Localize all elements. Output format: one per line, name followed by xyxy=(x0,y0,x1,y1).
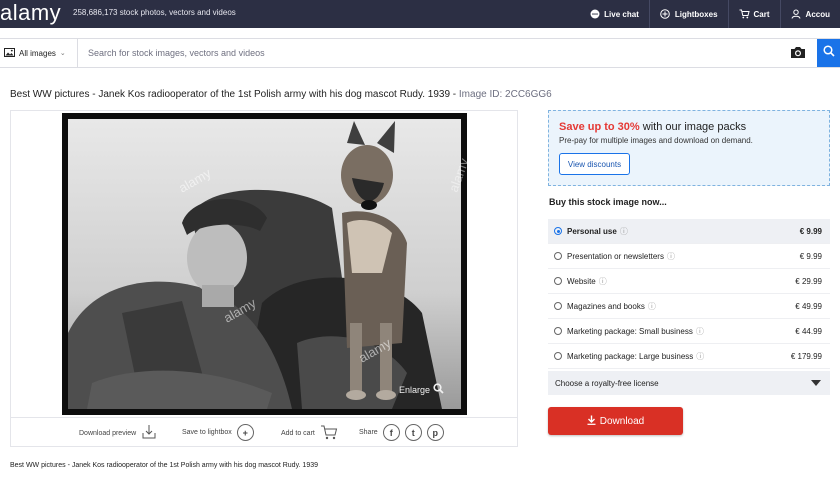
add-to-cart-button[interactable]: Add to cart xyxy=(281,424,338,442)
facebook-icon[interactable]: f xyxy=(382,424,400,441)
caret-down-icon xyxy=(811,380,821,386)
license-option-website[interactable]: Website ⓘ € 29.99 xyxy=(548,269,830,294)
promo-title: Save up to 30% with our image packs xyxy=(559,121,746,133)
info-icon: ⓘ xyxy=(695,326,704,336)
chevron-down-icon: ⌄ xyxy=(59,50,66,57)
license-price: € 44.99 xyxy=(795,326,822,336)
license-option-large-business[interactable]: Marketing package: Large business ⓘ € 179… xyxy=(548,344,830,369)
top-nav: Live chat Lightboxes Cart Accou xyxy=(579,0,840,28)
download-icon xyxy=(141,424,157,442)
enlarge-button[interactable]: Enlarge xyxy=(399,383,444,396)
view-discounts-button[interactable]: View discounts xyxy=(559,153,630,175)
live-chat-label: Live chat xyxy=(604,9,639,19)
license-label: Presentation or newsletters xyxy=(567,251,664,261)
image-caption: Best WW pictures - Janek Kos radiooperat… xyxy=(10,462,319,469)
info-icon: ⓘ xyxy=(666,251,675,261)
license-label: Marketing package: Large business xyxy=(567,351,694,361)
promo-title-rest: with our image packs xyxy=(639,121,747,133)
license-price: € 49.99 xyxy=(795,301,822,311)
license-option-presentation[interactable]: Presentation or newsletters ⓘ € 9.99 xyxy=(548,244,830,269)
license-price: € 179.99 xyxy=(790,351,822,361)
download-label: Download xyxy=(599,415,645,427)
cart-icon xyxy=(320,424,338,442)
magnifier-icon xyxy=(433,383,444,396)
promo-subtitle: Pre-pay for multiple images and download… xyxy=(559,136,753,145)
download-preview-button[interactable]: Download preview xyxy=(79,424,157,442)
license-price: € 9.99 xyxy=(799,226,822,236)
live-chat-link[interactable]: Live chat xyxy=(579,0,649,28)
pinterest-icon[interactable]: p xyxy=(426,424,444,441)
image-pack-promo: Save up to 30% with our image packs Pre-… xyxy=(548,110,830,186)
twitter-icon[interactable]: t xyxy=(404,424,422,441)
save-to-lightbox-button[interactable]: Save to lightbox + xyxy=(182,424,254,441)
search-input[interactable] xyxy=(80,41,780,65)
search-icon xyxy=(822,44,835,62)
radio-icon xyxy=(554,352,562,360)
search-button[interactable] xyxy=(817,39,840,67)
license-label: Website xyxy=(567,276,596,286)
plus-circle-icon xyxy=(660,9,671,20)
radio-icon xyxy=(554,277,562,285)
enlarge-label: Enlarge xyxy=(399,384,431,395)
info-icon: ⓘ xyxy=(647,301,656,311)
account-link[interactable]: Accou xyxy=(779,0,840,28)
royalty-free-label: Choose a royalty-free license xyxy=(555,378,659,388)
license-label: Magazines and books xyxy=(567,301,645,311)
tagline: 258,686,173 stock photos, vectors and vi… xyxy=(73,8,236,17)
license-list: Personal use ⓘ € 9.99 Presentation or new… xyxy=(548,219,830,369)
license-price: € 29.99 xyxy=(795,276,822,286)
category-dropdown[interactable]: All images ⌄ xyxy=(0,39,78,67)
page-title: Best WW pictures - Janek Kos radiooperat… xyxy=(10,89,552,100)
image-actions: Download preview Save to lightbox + Add … xyxy=(11,417,517,447)
radio-icon xyxy=(554,327,562,335)
stock-photo[interactable]: alamy alamy alamy alamy xyxy=(62,113,467,415)
share-group: Share f t p xyxy=(359,424,444,441)
royalty-free-dropdown[interactable]: Choose a royalty-free license xyxy=(548,371,830,395)
share-label: Share xyxy=(359,429,378,436)
buy-heading: Buy this stock image now... xyxy=(549,197,667,207)
license-option-small-business[interactable]: Marketing package: Small business ⓘ € 44.… xyxy=(548,319,830,344)
license-label: Personal use xyxy=(567,226,617,236)
image-panel: alamy alamy alamy alamy Enlarge Download… xyxy=(10,110,518,447)
license-price: € 9.99 xyxy=(799,251,822,261)
lightboxes-link[interactable]: Lightboxes xyxy=(648,0,728,28)
plus-icon: + xyxy=(236,424,254,441)
user-icon xyxy=(791,9,802,20)
title-text: Best WW pictures - Janek Kos radiooperat… xyxy=(10,89,459,100)
license-option-personal-use[interactable]: Personal use ⓘ € 9.99 xyxy=(548,219,830,244)
download-preview-label: Download preview xyxy=(79,429,137,437)
lightboxes-label: Lightboxes xyxy=(674,9,718,19)
search-bar: All images ⌄ xyxy=(0,38,840,68)
save-to-lightbox-label: Save to lightbox xyxy=(182,429,232,436)
add-to-cart-label: Add to cart xyxy=(281,429,315,437)
radio-icon xyxy=(554,302,562,310)
alamy-logo[interactable]: alamy xyxy=(0,0,61,26)
chat-icon xyxy=(589,9,600,20)
download-arrow-icon xyxy=(587,415,596,428)
camera-icon[interactable] xyxy=(790,45,808,61)
cart-link[interactable]: Cart xyxy=(727,0,780,28)
cart-label: Cart xyxy=(753,9,770,19)
info-icon: ⓘ xyxy=(619,226,628,236)
account-label: Accou xyxy=(805,9,830,19)
promo-highlight: Save up to 30% xyxy=(559,121,640,133)
radio-icon xyxy=(554,252,562,260)
license-option-magazines[interactable]: Magazines and books ⓘ € 49.99 xyxy=(548,294,830,319)
image-id: Image ID: 2CC6GG6 xyxy=(458,89,552,100)
license-label: Marketing package: Small business xyxy=(567,326,693,336)
category-label: All images xyxy=(19,48,56,58)
radio-icon xyxy=(554,227,562,235)
info-icon: ⓘ xyxy=(696,351,705,361)
cart-icon xyxy=(739,9,750,20)
info-icon: ⓘ xyxy=(598,276,607,286)
image-icon xyxy=(4,47,15,59)
top-bar: alamy 258,686,173 stock photos, vectors … xyxy=(0,0,840,28)
download-button[interactable]: Download xyxy=(548,407,683,435)
